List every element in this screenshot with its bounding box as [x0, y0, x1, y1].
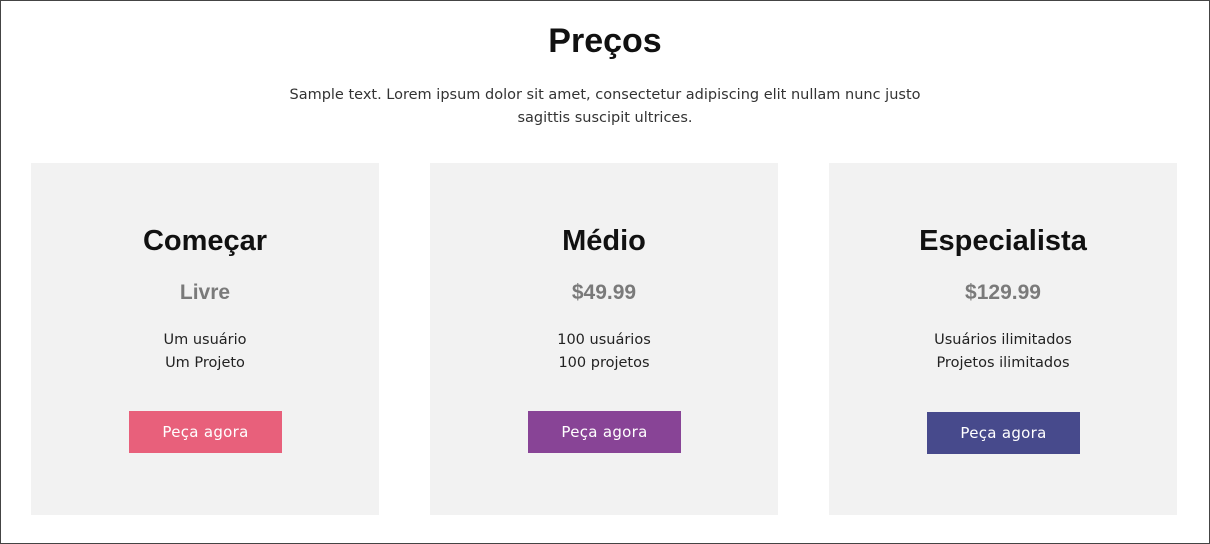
plan-feature: Usuários ilimitados — [934, 332, 1072, 348]
plan-name: Médio — [562, 225, 646, 257]
plan-feature: Projetos ilimitados — [936, 355, 1070, 371]
pricing-card-starter: Começar Livre Um usuário Um Projeto Peça… — [31, 163, 379, 515]
plan-features: Um usuário Um Projeto — [31, 329, 379, 375]
plan-feature: Um usuário — [163, 332, 247, 348]
plan-feature: Um Projeto — [165, 355, 245, 371]
pricing-card-medium: Médio $49.99 100 usuários 100 projetos P… — [430, 163, 778, 515]
plan-features: 100 usuários 100 projetos — [430, 329, 778, 375]
order-button-starter[interactable]: Peça agora — [129, 411, 282, 453]
plan-features: Usuários ilimitados Projetos ilimitados — [829, 329, 1177, 375]
order-button-specialist[interactable]: Peça agora — [927, 412, 1080, 454]
order-button-medium[interactable]: Peça agora — [528, 411, 681, 453]
plan-feature: 100 projetos — [558, 355, 650, 371]
plan-price: $49.99 — [571, 281, 637, 304]
pricing-card-specialist: Especialista $129.99 Usuários ilimitados… — [829, 163, 1177, 515]
plan-price: $129.99 — [965, 281, 1041, 304]
plan-price: Livre — [179, 281, 231, 304]
pricing-section: Preços Sample text. Lorem ipsum dolor si… — [0, 0, 1210, 544]
page-subtitle: Sample text. Lorem ipsum dolor sit amet,… — [289, 87, 921, 126]
plan-feature: 100 usuários — [557, 332, 651, 348]
plan-name: Começar — [142, 225, 268, 257]
page-title: Preços — [548, 22, 662, 60]
plan-name: Especialista — [919, 225, 1087, 257]
